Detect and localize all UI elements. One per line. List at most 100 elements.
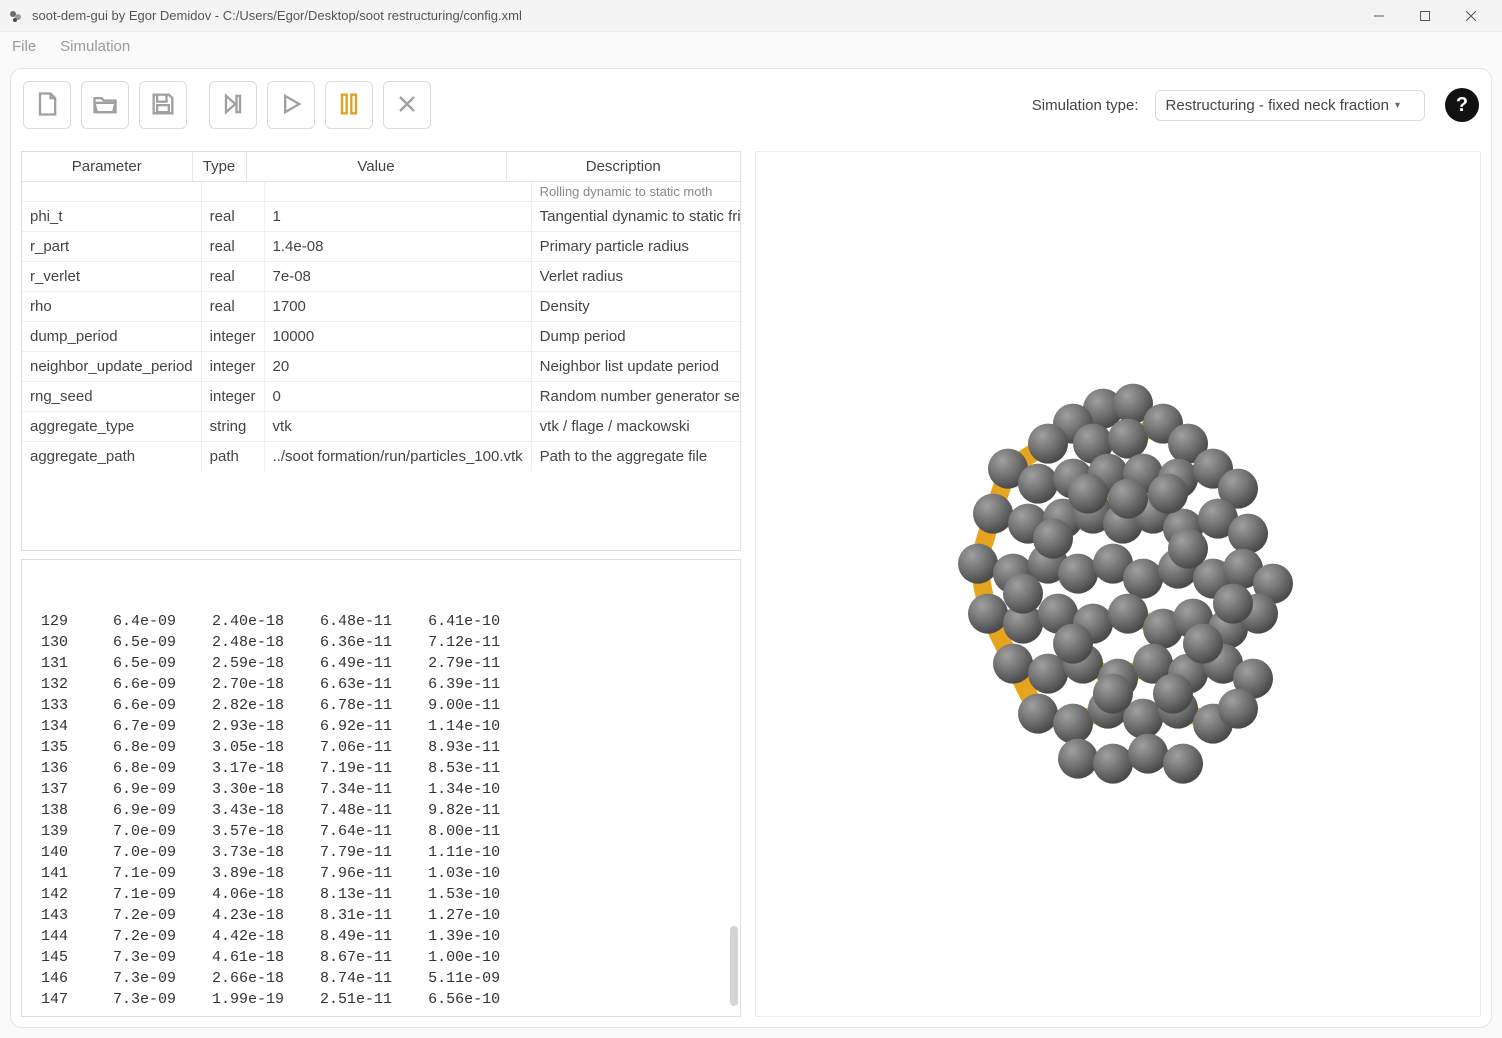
cell-param: dump_period: [22, 322, 201, 352]
play-button[interactable]: [267, 81, 315, 129]
body-split: Parameter Type Value Description Rolling…: [21, 151, 1481, 1017]
cell-desc: vtk / flage / mackowski: [531, 412, 740, 442]
col-value[interactable]: Value: [246, 152, 506, 182]
cell-desc: Neighbor list update period: [531, 352, 740, 382]
stop-button[interactable]: [383, 81, 431, 129]
step-forward-icon: [219, 90, 247, 121]
viewport-3d[interactable]: [755, 151, 1481, 1017]
cell-value[interactable]: ../soot formation/run/particles_100.vtk: [264, 442, 531, 472]
console-line: 137 6.9e-09 3.30e-18 7.34e-11 1.34e-10: [22, 779, 740, 800]
cell-value[interactable]: 0: [264, 382, 531, 412]
scrollbar-thumb[interactable]: [730, 926, 738, 1006]
cell-value[interactable]: [264, 182, 531, 202]
param-table: Parameter Type Value Description Rolling…: [21, 151, 741, 551]
minimize-button[interactable]: [1356, 0, 1402, 32]
cell-type: integer: [201, 352, 264, 382]
cell-value[interactable]: 7e-08: [264, 262, 531, 292]
help-icon: ?: [1456, 94, 1468, 117]
menubar: File Simulation: [0, 32, 1502, 60]
cell-type: integer: [201, 322, 264, 352]
table-row[interactable]: rhoreal1700Density: [22, 292, 740, 322]
cell-value[interactable]: vtk: [264, 412, 531, 442]
col-description[interactable]: Description: [506, 152, 740, 182]
console-line: 145 7.3e-09 4.61e-18 8.67e-11 1.00e-10: [22, 947, 740, 968]
help-button[interactable]: ?: [1445, 88, 1479, 122]
menu-simulation[interactable]: Simulation: [60, 38, 130, 55]
open-button[interactable]: [81, 81, 129, 129]
window-titlebar: soot-dem-gui by Egor Demidov - C:/Users/…: [0, 0, 1502, 32]
cell-param: r_part: [22, 232, 201, 262]
console-line: 146 7.3e-09 2.66e-18 8.74e-11 5.11e-09: [22, 968, 740, 989]
cell-value[interactable]: 1700: [264, 292, 531, 322]
window-controls: [1356, 0, 1494, 32]
toolbar: Simulation type: Restructuring - fixed n…: [11, 69, 1491, 141]
console-output[interactable]: 129 6.4e-09 2.40e-18 6.48e-11 6.41e-10 1…: [21, 559, 741, 1017]
table-row[interactable]: Rolling dynamic to static moth: [22, 182, 740, 202]
cell-desc: Verlet radius: [531, 262, 740, 292]
console-line: 135 6.8e-09 3.05e-18 7.06e-11 8.93e-11: [22, 737, 740, 758]
table-row[interactable]: phi_treal1Tangential dynamic to static f…: [22, 202, 740, 232]
table-row[interactable]: rng_seedinteger0Random number generator …: [22, 382, 740, 412]
close-button[interactable]: [1448, 0, 1494, 32]
col-parameter[interactable]: Parameter: [22, 152, 192, 182]
cell-param: rng_seed: [22, 382, 201, 412]
maximize-button[interactable]: [1402, 0, 1448, 32]
cell-type: real: [201, 292, 264, 322]
cell-desc: Path to the aggregate file: [531, 442, 740, 472]
main-card: Simulation type: Restructuring - fixed n…: [10, 68, 1492, 1028]
cell-desc: Dump period: [531, 322, 740, 352]
console-line: 144 7.2e-09 4.42e-18 8.49e-11 1.39e-10: [22, 926, 740, 947]
cell-type: path: [201, 442, 264, 472]
cell-param: neighbor_update_period: [22, 352, 201, 382]
window-title: soot-dem-gui by Egor Demidov - C:/Users/…: [32, 8, 1356, 23]
document-icon: [33, 90, 61, 121]
console-line: 139 7.0e-09 3.57e-18 7.64e-11 8.00e-11: [22, 821, 740, 842]
console-line: 129 6.4e-09 2.40e-18 6.48e-11 6.41e-10: [22, 611, 740, 632]
cell-value[interactable]: 10000: [264, 322, 531, 352]
table-row[interactable]: r_verletreal7e-08Verlet radius: [22, 262, 740, 292]
cell-param: aggregate_path: [22, 442, 201, 472]
cell-value[interactable]: 20: [264, 352, 531, 382]
cell-desc: Primary particle radius: [531, 232, 740, 262]
left-pane: Parameter Type Value Description Rolling…: [21, 151, 741, 1017]
table-row[interactable]: r_partreal1.4e-08Primary particle radius: [22, 232, 740, 262]
console-line: 134 6.7e-09 2.93e-18 6.92e-11 1.14e-10: [22, 716, 740, 737]
sim-type-label: Simulation type:: [1032, 97, 1139, 114]
menu-file[interactable]: File: [12, 38, 36, 55]
cell-value[interactable]: 1: [264, 202, 531, 232]
console-line: 138 6.9e-09 3.43e-18 7.48e-11 9.82e-11: [22, 800, 740, 821]
table-row[interactable]: dump_periodinteger10000Dump period: [22, 322, 740, 352]
console-line: 140 7.0e-09 3.73e-18 7.79e-11 1.11e-10: [22, 842, 740, 863]
cell-type: real: [201, 232, 264, 262]
save-button[interactable]: [139, 81, 187, 129]
cell-param: phi_t: [22, 202, 201, 232]
chevron-down-icon: ▾: [1395, 100, 1400, 111]
cell-value[interactable]: 1.4e-08: [264, 232, 531, 262]
console-line: 147 7.3e-09 1.99e-19 2.51e-11 6.56e-10: [22, 989, 740, 1010]
console-line: 133 6.6e-09 2.82e-18 6.78e-11 9.00e-11: [22, 695, 740, 716]
param-header-row: Parameter Type Value Description: [22, 152, 740, 182]
pause-button[interactable]: [325, 81, 373, 129]
table-row[interactable]: aggregate_pathpath../soot formation/run/…: [22, 442, 740, 472]
cell-type: string: [201, 412, 264, 442]
table-row[interactable]: aggregate_typestringvtkvtk / flage / mac…: [22, 412, 740, 442]
cell-param: rho: [22, 292, 201, 322]
console-line: 142 7.1e-09 4.06e-18 8.13e-11 1.53e-10: [22, 884, 740, 905]
table-row[interactable]: neighbor_update_periodinteger20Neighbor …: [22, 352, 740, 382]
console-line: 132 6.6e-09 2.70e-18 6.63e-11 6.39e-11: [22, 674, 740, 695]
col-type[interactable]: Type: [192, 152, 246, 182]
cell-param: r_verlet: [22, 262, 201, 292]
cell-desc: Density: [531, 292, 740, 322]
cell-type: real: [201, 202, 264, 232]
cell-type: [201, 182, 264, 202]
cell-param: [22, 182, 201, 202]
step-forward-button[interactable]: [209, 81, 257, 129]
console-line: 130 6.5e-09 2.48e-18 6.36e-11 7.12e-11: [22, 632, 740, 653]
play-icon: [277, 90, 305, 121]
cell-type: integer: [201, 382, 264, 412]
console-line: 131 6.5e-09 2.59e-18 6.49e-11 2.79e-11: [22, 653, 740, 674]
console-line: 136 6.8e-09 3.17e-18 7.19e-11 8.53e-11: [22, 758, 740, 779]
console-line: 141 7.1e-09 3.89e-18 7.96e-11 1.03e-10: [22, 863, 740, 884]
new-button[interactable]: [23, 81, 71, 129]
sim-type-select[interactable]: Restructuring - fixed neck fraction ▾: [1155, 90, 1425, 121]
